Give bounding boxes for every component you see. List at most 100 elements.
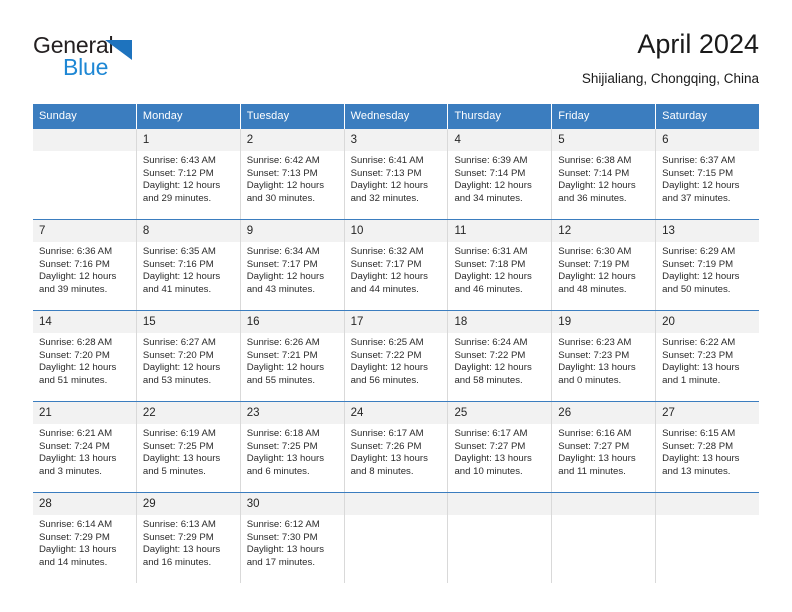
day-number (33, 129, 136, 151)
generalblue-logo[interactable]: General Blue (33, 32, 213, 88)
day-info: Sunrise: 6:34 AM Sunset: 7:17 PM Dayligh… (241, 242, 344, 296)
daylight-text-line1: Daylight: 12 hours (39, 271, 117, 283)
day-cell[interactable]: 10 Sunrise: 6:32 AM Sunset: 7:17 PM Dayl… (344, 220, 449, 310)
day-number: 26 (552, 402, 656, 424)
day-info: Sunrise: 6:35 AM Sunset: 7:16 PM Dayligh… (137, 242, 240, 296)
daylight-text-line2: and 14 minutes. (39, 556, 108, 568)
day-cell[interactable]: 7 Sunrise: 6:36 AM Sunset: 7:16 PM Dayli… (33, 220, 137, 310)
day-info: Sunrise: 6:28 AM Sunset: 7:20 PM Dayligh… (33, 333, 136, 387)
day-number: 30 (240, 493, 344, 515)
day-cell[interactable]: 16 Sunrise: 6:26 AM Sunset: 7:21 PM Dayl… (240, 311, 345, 401)
day-info: Sunrise: 6:14 AM Sunset: 7:29 PM Dayligh… (33, 515, 136, 569)
daylight-text-line1: Daylight: 13 hours (662, 453, 740, 465)
page-subtitle-location: Shijialiang, Chongqing, China (581, 71, 759, 86)
day-cell[interactable]: 27 Sunrise: 6:15 AM Sunset: 7:28 PM Dayl… (656, 402, 760, 492)
day-number: 24 (344, 402, 448, 424)
day-info: Sunrise: 6:15 AM Sunset: 7:28 PM Dayligh… (656, 424, 759, 478)
day-cell (552, 493, 657, 583)
day-cell[interactable]: 12 Sunrise: 6:30 AM Sunset: 7:19 PM Dayl… (552, 220, 657, 310)
day-number: 23 (240, 402, 344, 424)
day-info (448, 515, 551, 519)
day-cell[interactable]: 3 Sunrise: 6:41 AM Sunset: 7:13 PM Dayli… (344, 129, 449, 219)
day-number: 5 (552, 129, 656, 151)
day-info: Sunrise: 6:32 AM Sunset: 7:17 PM Dayligh… (345, 242, 448, 296)
sunrise-text: Sunrise: 6:18 AM (246, 428, 320, 439)
day-cell (448, 493, 553, 583)
daylight-text-line2: and 13 minutes. (662, 465, 731, 477)
day-number: 7 (33, 220, 136, 242)
day-cell[interactable]: 23 Sunrise: 6:18 AM Sunset: 7:25 PM Dayl… (240, 402, 345, 492)
daylight-text-line1: Daylight: 12 hours (454, 271, 532, 283)
daylight-text-line2: and 36 minutes. (558, 192, 627, 204)
daylight-text-line1: Daylight: 12 hours (350, 362, 428, 374)
day-info: Sunrise: 6:41 AM Sunset: 7:13 PM Dayligh… (345, 151, 448, 205)
day-number: 16 (240, 311, 344, 333)
day-cell[interactable]: 22 Sunrise: 6:19 AM Sunset: 7:25 PM Dayl… (136, 402, 241, 492)
logo-text-blue: Blue (63, 54, 109, 80)
sunrise-text: Sunrise: 6:25 AM (350, 337, 424, 348)
daylight-text-line1: Daylight: 12 hours (558, 271, 636, 283)
daylight-text-line1: Daylight: 12 hours (246, 271, 325, 283)
sunrise-text: Sunrise: 6:38 AM (558, 155, 632, 166)
daylight-text-line1: Daylight: 13 hours (558, 362, 636, 374)
day-cell[interactable]: 19 Sunrise: 6:23 AM Sunset: 7:23 PM Dayl… (552, 311, 657, 401)
day-number: 17 (344, 311, 448, 333)
day-cell[interactable]: 11 Sunrise: 6:31 AM Sunset: 7:18 PM Dayl… (448, 220, 553, 310)
sunrise-text: Sunrise: 6:17 AM (350, 428, 424, 439)
day-cell[interactable]: 8 Sunrise: 6:35 AM Sunset: 7:16 PM Dayli… (136, 220, 241, 310)
day-cell[interactable]: 6 Sunrise: 6:37 AM Sunset: 7:15 PM Dayli… (656, 129, 760, 219)
day-cell[interactable]: 2 Sunrise: 6:42 AM Sunset: 7:13 PM Dayli… (240, 129, 345, 219)
sunrise-text: Sunrise: 6:26 AM (246, 337, 320, 348)
daylight-text-line2: and 56 minutes. (350, 374, 419, 386)
sunset-text: Sunset: 7:25 PM (142, 440, 214, 452)
day-cell[interactable]: 26 Sunrise: 6:16 AM Sunset: 7:27 PM Dayl… (552, 402, 657, 492)
day-cell[interactable]: 30 Sunrise: 6:12 AM Sunset: 7:30 PM Dayl… (240, 493, 345, 583)
daylight-text-line1: Daylight: 13 hours (39, 453, 117, 465)
sunset-text: Sunset: 7:23 PM (662, 349, 734, 361)
day-cell[interactable]: 28 Sunrise: 6:14 AM Sunset: 7:29 PM Dayl… (33, 493, 137, 583)
day-cell[interactable]: 17 Sunrise: 6:25 AM Sunset: 7:22 PM Dayl… (344, 311, 449, 401)
sunset-text: Sunset: 7:14 PM (454, 167, 526, 179)
week-row: 28 Sunrise: 6:14 AM Sunset: 7:29 PM Dayl… (33, 492, 760, 583)
daylight-text-line1: Daylight: 12 hours (662, 271, 740, 283)
day-info: Sunrise: 6:27 AM Sunset: 7:20 PM Dayligh… (137, 333, 240, 387)
day-cell[interactable]: 25 Sunrise: 6:17 AM Sunset: 7:27 PM Dayl… (448, 402, 553, 492)
sunset-text: Sunset: 7:16 PM (39, 258, 110, 270)
daylight-text-line2: and 8 minutes. (350, 465, 414, 477)
day-cell[interactable]: 20 Sunrise: 6:22 AM Sunset: 7:23 PM Dayl… (656, 311, 760, 401)
day-number: 27 (656, 402, 760, 424)
day-cell[interactable]: 4 Sunrise: 6:39 AM Sunset: 7:14 PM Dayli… (448, 129, 553, 219)
day-info: Sunrise: 6:43 AM Sunset: 7:12 PM Dayligh… (137, 151, 240, 205)
daylight-text-line2: and 58 minutes. (454, 374, 523, 386)
day-cell[interactable]: 29 Sunrise: 6:13 AM Sunset: 7:29 PM Dayl… (136, 493, 241, 583)
sunrise-text: Sunrise: 6:36 AM (39, 246, 113, 257)
day-cell[interactable]: 15 Sunrise: 6:27 AM Sunset: 7:20 PM Dayl… (136, 311, 241, 401)
day-cell[interactable]: 24 Sunrise: 6:17 AM Sunset: 7:26 PM Dayl… (344, 402, 449, 492)
day-cell[interactable]: 18 Sunrise: 6:24 AM Sunset: 7:22 PM Dayl… (448, 311, 553, 401)
day-info (345, 515, 448, 519)
day-cell[interactable]: 5 Sunrise: 6:38 AM Sunset: 7:14 PM Dayli… (552, 129, 657, 219)
sunset-text: Sunset: 7:26 PM (350, 440, 422, 452)
day-number: 14 (33, 311, 136, 333)
daylight-text-line1: Daylight: 13 hours (142, 453, 221, 465)
day-cell[interactable]: 13 Sunrise: 6:29 AM Sunset: 7:19 PM Dayl… (656, 220, 760, 310)
daylight-text-line1: Daylight: 13 hours (246, 453, 325, 465)
weekday-header-monday: Monday (136, 104, 241, 129)
day-cell[interactable]: 21 Sunrise: 6:21 AM Sunset: 7:24 PM Dayl… (33, 402, 137, 492)
day-cell[interactable]: 14 Sunrise: 6:28 AM Sunset: 7:20 PM Dayl… (33, 311, 137, 401)
day-number (552, 493, 656, 515)
daylight-text-line1: Daylight: 12 hours (246, 362, 325, 374)
sunset-text: Sunset: 7:15 PM (662, 167, 734, 179)
day-cell (344, 493, 449, 583)
daylight-text-line1: Daylight: 12 hours (454, 362, 532, 374)
daylight-text-line2: and 34 minutes. (454, 192, 523, 204)
day-cell[interactable]: 9 Sunrise: 6:34 AM Sunset: 7:17 PM Dayli… (240, 220, 345, 310)
sunrise-text: Sunrise: 6:43 AM (142, 155, 216, 166)
day-info: Sunrise: 6:30 AM Sunset: 7:19 PM Dayligh… (552, 242, 655, 296)
day-cell[interactable]: 1 Sunrise: 6:43 AM Sunset: 7:12 PM Dayli… (136, 129, 241, 219)
sunset-text: Sunset: 7:27 PM (454, 440, 526, 452)
daylight-text-line1: Daylight: 12 hours (350, 180, 428, 192)
daylight-text-line2: and 0 minutes. (558, 374, 622, 386)
sunset-text: Sunset: 7:18 PM (454, 258, 526, 270)
daylight-text-line2: and 43 minutes. (246, 283, 315, 295)
